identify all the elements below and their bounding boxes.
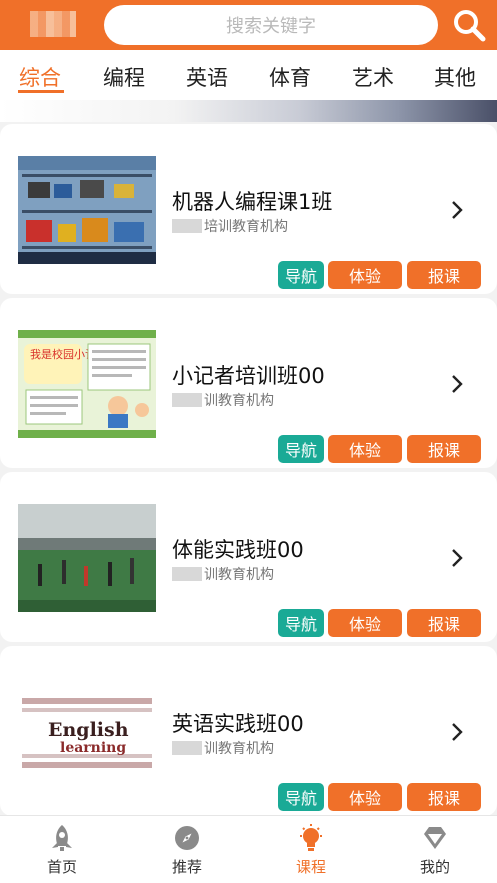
trial-button[interactable]: 体验 [328,261,402,289]
nav-label-recommend: 推荐 [171,858,202,876]
course-card[interactable]: 体能实践班00 训教育机构 导航 体验 报课 [0,472,497,642]
compass-icon [175,826,199,850]
tab-general[interactable]: 综合 [19,62,61,92]
trial-button[interactable]: 体验 [328,609,402,637]
enroll-button[interactable]: 报课 [407,261,481,289]
lightbulb-icon [300,824,322,851]
nav-label-home: 首页 [46,858,77,876]
rocket-icon [52,825,72,851]
search-placeholder: 搜索关键字 [226,16,316,37]
trial-button[interactable]: 体验 [328,783,402,811]
course-card[interactable]: 我是校园小记者!! 小记者培训班00 训教育机构 导航 体验 报课 [0,298,497,468]
nav-label-courses: 课程 [295,858,326,876]
course-organization: 训教育机构 [172,738,274,758]
course-title: 英语实践班00 [172,712,304,736]
chevron-right-icon[interactable] [450,548,464,568]
nav-item-recommend[interactable]: 推荐 [137,816,237,883]
logo [30,11,76,37]
chevron-right-icon[interactable] [450,200,464,220]
search-icon[interactable] [452,8,486,42]
category-tabs: 综合 编程 英语 体育 艺术 其他 [0,50,497,100]
navigate-button[interactable]: 导航 [278,435,324,463]
chevron-right-icon[interactable] [450,722,464,742]
navigate-button[interactable]: 导航 [278,609,324,637]
tab-sports[interactable]: 体育 [269,62,311,92]
course-title: 小记者培训班00 [172,364,325,388]
course-organization: 训教育机构 [172,390,274,410]
nav-item-mine[interactable]: 我的 [385,816,485,883]
active-tab-indicator [18,90,64,93]
course-organization: 训教育机构 [172,564,274,584]
enroll-button[interactable]: 报课 [407,609,481,637]
course-thumbnail [18,504,156,612]
course-thumbnail: 我是校园小记者!! [18,330,156,438]
tab-arts[interactable]: 艺术 [352,62,394,92]
banner[interactable] [0,100,497,122]
nav-item-courses[interactable]: 课程 [261,816,361,883]
trial-button[interactable]: 体验 [328,435,402,463]
thumbnail-word-english: English [48,719,129,741]
tab-other[interactable]: 其他 [434,62,476,92]
course-card[interactable]: 机器人编程课1班 培训教育机构 导航 体验 报课 [0,124,497,294]
bottom-navigation: 首页 推荐 课程 我的 [0,815,497,883]
diamond-icon [424,827,446,849]
chevron-right-icon[interactable] [450,374,464,394]
course-thumbnail [18,156,156,264]
navigate-button[interactable]: 导航 [278,261,324,289]
enroll-button[interactable]: 报课 [407,435,481,463]
course-title: 体能实践班00 [172,538,304,562]
course-thumbnail: English learning [18,678,156,786]
course-title: 机器人编程课1班 [172,190,333,214]
navigate-button[interactable]: 导航 [278,783,324,811]
tab-english[interactable]: 英语 [186,62,228,92]
enroll-button[interactable]: 报课 [407,783,481,811]
top-bar: 搜索关键字 [0,0,497,50]
search-input[interactable]: 搜索关键字 [104,5,438,45]
tab-coding[interactable]: 编程 [103,62,145,92]
nav-item-home[interactable]: 首页 [12,816,112,883]
course-card[interactable]: English learning 英语实践班00 训教育机构 导航 体验 报课 [0,646,497,816]
course-organization: 培训教育机构 [172,216,288,236]
nav-label-mine: 我的 [419,858,450,876]
thumbnail-word-learning: learning [60,740,126,756]
